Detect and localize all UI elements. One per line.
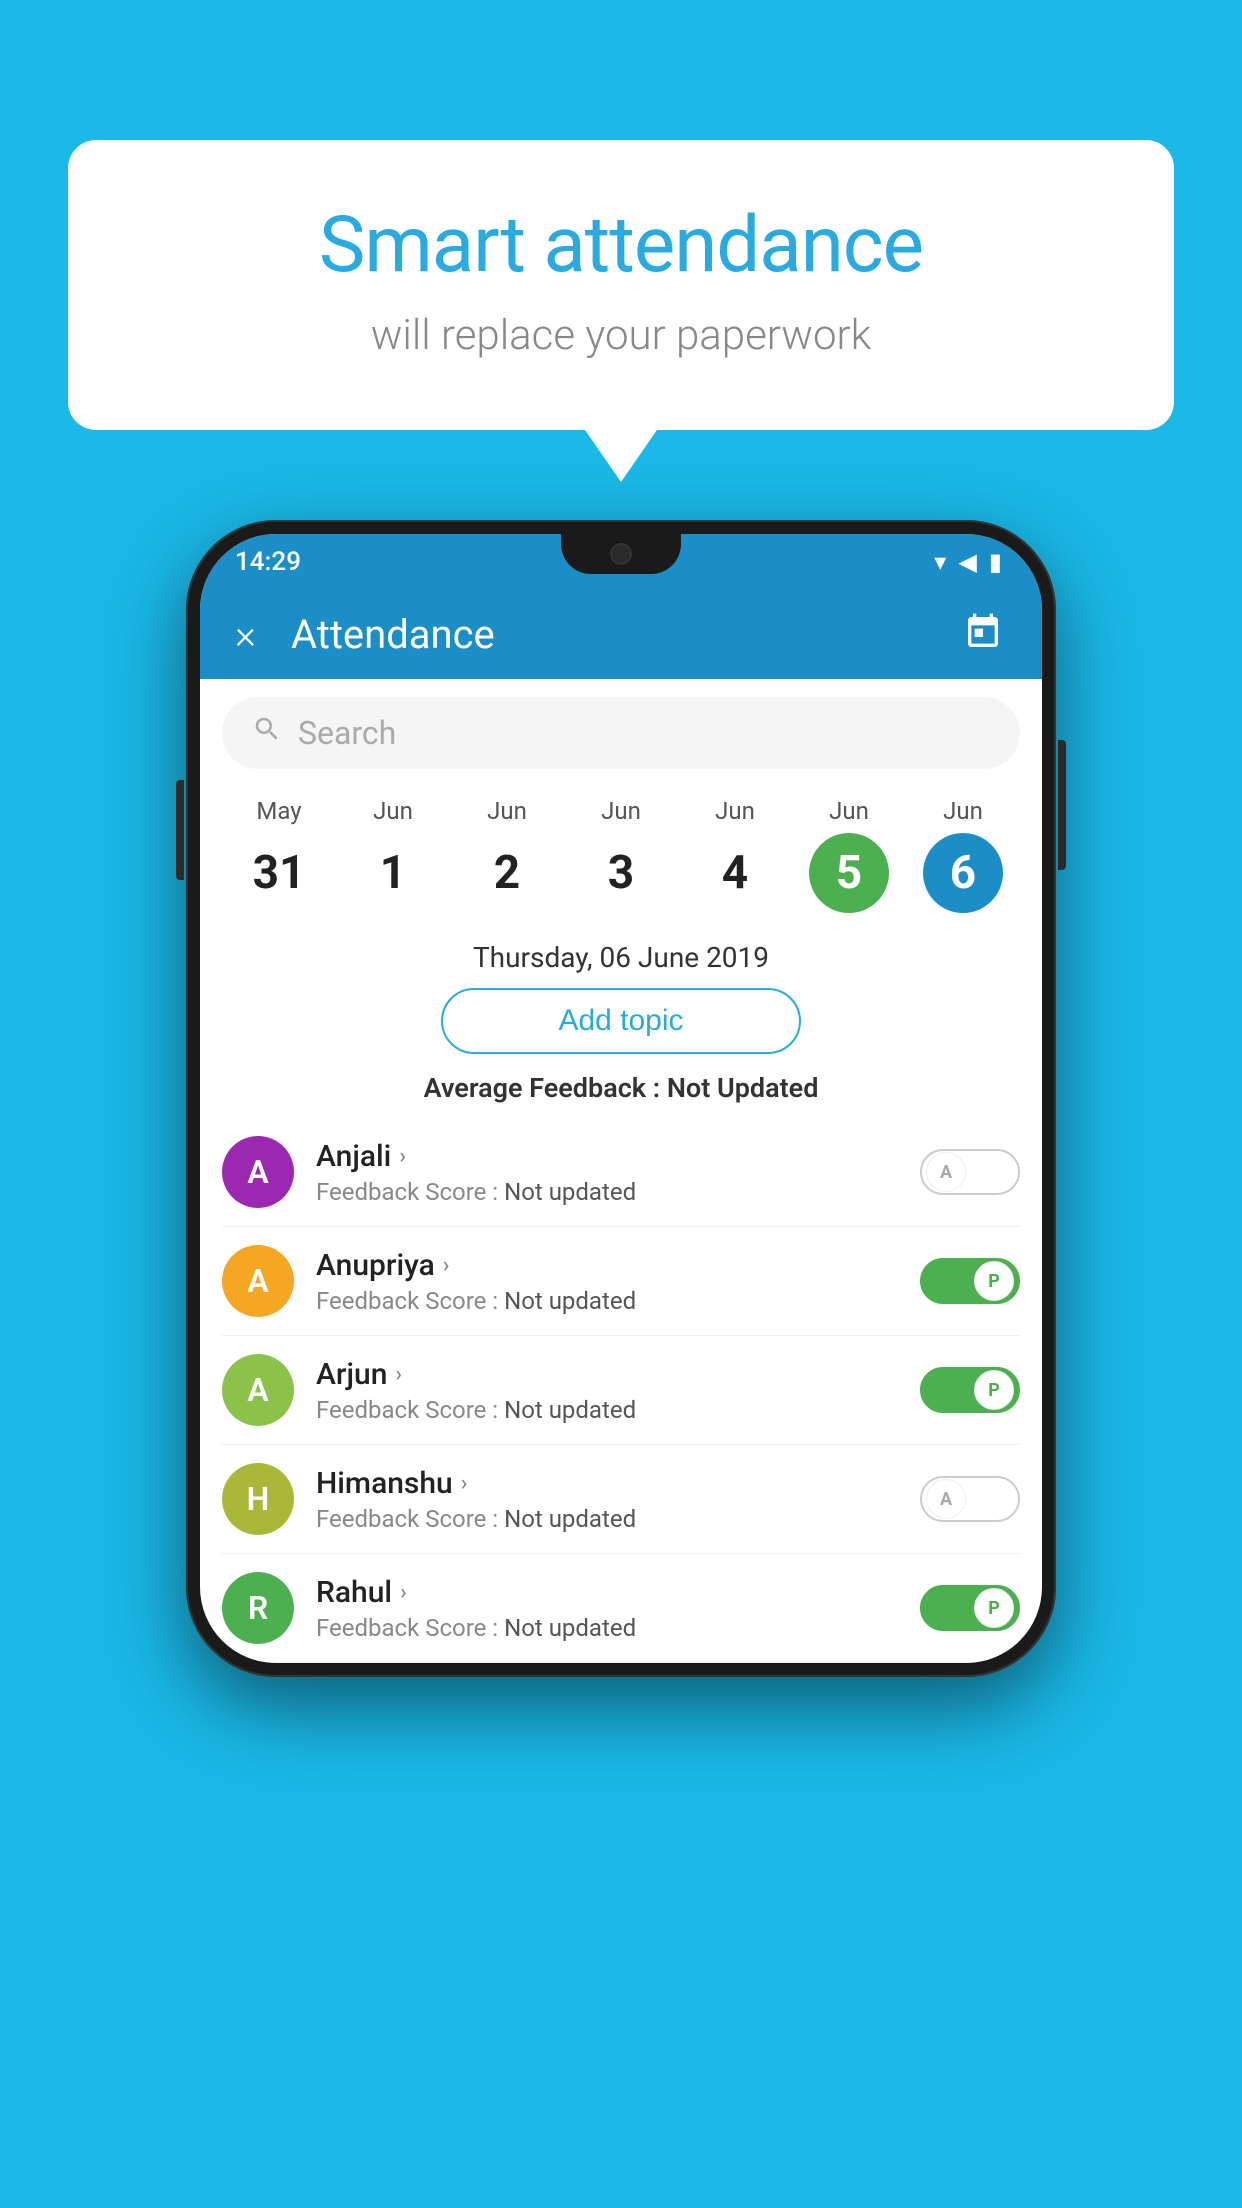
- calendar-strip: May 31 Jun 1 Jun 2 Jun 3 Jun 4 Jun 5 Jun 6: [200, 787, 1042, 931]
- cal-month: Jun: [906, 797, 1020, 825]
- toggle-container-1[interactable]: P: [920, 1258, 1020, 1304]
- student-feedback-3: Feedback Score : Not updated: [316, 1505, 898, 1533]
- search-bar[interactable]: Search: [222, 697, 1020, 769]
- calendar-day-4[interactable]: Jun 4: [678, 797, 792, 913]
- student-name-2: Arjun ›: [316, 1357, 898, 1392]
- student-avatar-2: A: [222, 1354, 294, 1426]
- calendar-day-0[interactable]: May 31: [222, 797, 336, 913]
- speech-bubble-container: Smart attendance will replace your paper…: [68, 140, 1174, 430]
- student-name-1: Anupriya ›: [316, 1248, 898, 1283]
- phone-btn-left: [176, 780, 184, 880]
- search-placeholder: Search: [298, 714, 396, 752]
- calendar-button[interactable]: [963, 612, 1007, 656]
- calendar-day-3[interactable]: Jun 3: [564, 797, 678, 913]
- cal-date: 31: [239, 833, 319, 913]
- cal-date: 1: [353, 833, 433, 913]
- attendance-toggle-4[interactable]: P: [920, 1585, 1020, 1631]
- speech-bubble: Smart attendance will replace your paper…: [68, 140, 1174, 430]
- status-time: 14:29: [235, 547, 301, 577]
- cal-month: Jun: [336, 797, 450, 825]
- selected-date-label: Thursday, 06 June 2019: [200, 941, 1042, 974]
- attendance-toggle-3[interactable]: A: [920, 1476, 1020, 1522]
- student-list: AAnjali ›Feedback Score : Not updatedAAA…: [200, 1118, 1042, 1663]
- phone-camera: [610, 543, 632, 565]
- student-item-0[interactable]: A Anjali › Feedback Score : Not updated A: [222, 1118, 1020, 1227]
- search-icon: [252, 714, 282, 752]
- attendance-toggle-2[interactable]: P: [920, 1367, 1020, 1413]
- phone-btn-right: [1058, 740, 1066, 870]
- calendar-day-6[interactable]: Jun 6: [906, 797, 1020, 913]
- cal-month: Jun: [792, 797, 906, 825]
- phone-screen: 14:29 ▾ ◀ ▮ × Attendance: [200, 534, 1042, 1663]
- toggle-knob-0: A: [926, 1152, 966, 1192]
- student-name-0: Anjali ›: [316, 1139, 898, 1174]
- toggle-container-4[interactable]: P: [920, 1585, 1020, 1631]
- chevron-icon: ›: [395, 1362, 402, 1387]
- student-info-3: Himanshu › Feedback Score : Not updated: [316, 1466, 898, 1533]
- bubble-subtitle: will replace your paperwork: [148, 311, 1094, 360]
- student-feedback-0: Feedback Score : Not updated: [316, 1178, 898, 1206]
- student-avatar-4: R: [222, 1572, 294, 1644]
- cal-month: Jun: [450, 797, 564, 825]
- cal-date: 6: [923, 833, 1003, 913]
- add-topic-button[interactable]: Add topic: [441, 988, 801, 1054]
- phone-container: 14:29 ▾ ◀ ▮ × Attendance: [186, 520, 1056, 1677]
- bubble-title: Smart attendance: [148, 200, 1094, 291]
- student-item-3[interactable]: H Himanshu › Feedback Score : Not updated A: [222, 1445, 1020, 1554]
- avg-feedback-label: Average Feedback :: [424, 1072, 667, 1104]
- cal-month: Jun: [678, 797, 792, 825]
- student-item-1[interactable]: A Anupriya › Feedback Score : Not updated P: [222, 1227, 1020, 1336]
- student-feedback-2: Feedback Score : Not updated: [316, 1396, 898, 1424]
- header-title: Attendance: [291, 611, 963, 658]
- signal-icon: ◀: [958, 548, 976, 576]
- toggle-knob-2: P: [974, 1370, 1014, 1410]
- student-avatar-0: A: [222, 1136, 294, 1208]
- attendance-toggle-0[interactable]: A: [920, 1149, 1020, 1195]
- student-item-4[interactable]: R Rahul › Feedback Score : Not updated P: [222, 1554, 1020, 1663]
- phone-notch: [561, 534, 681, 574]
- close-button[interactable]: ×: [235, 611, 256, 658]
- battery-icon: ▮: [989, 548, 1002, 576]
- student-name-4: Rahul ›: [316, 1575, 898, 1610]
- toggle-container-3[interactable]: A: [920, 1476, 1020, 1522]
- student-avatar-1: A: [222, 1245, 294, 1317]
- chevron-icon: ›: [443, 1253, 450, 1278]
- toggle-container-2[interactable]: P: [920, 1367, 1020, 1413]
- avg-feedback-value: Not Updated: [667, 1072, 819, 1104]
- student-item-2[interactable]: A Arjun › Feedback Score : Not updated P: [222, 1336, 1020, 1445]
- chevron-icon: ›: [461, 1471, 468, 1496]
- cal-date: 5: [809, 833, 889, 913]
- toggle-knob-3: A: [926, 1479, 966, 1519]
- phone-outer: 14:29 ▾ ◀ ▮ × Attendance: [186, 520, 1056, 1677]
- cal-month: Jun: [564, 797, 678, 825]
- app-header: × Attendance: [200, 589, 1042, 679]
- student-avatar-3: H: [222, 1463, 294, 1535]
- chevron-icon: ›: [399, 1144, 406, 1169]
- chevron-icon: ›: [400, 1580, 407, 1605]
- toggle-knob-4: P: [974, 1588, 1014, 1628]
- wifi-icon: ▾: [934, 548, 946, 576]
- calendar-day-1[interactable]: Jun 1: [336, 797, 450, 913]
- avg-feedback: Average Feedback : Not Updated: [200, 1072, 1042, 1104]
- calendar-day-2[interactable]: Jun 2: [450, 797, 564, 913]
- student-feedback-4: Feedback Score : Not updated: [316, 1614, 898, 1642]
- student-info-1: Anupriya › Feedback Score : Not updated: [316, 1248, 898, 1315]
- student-info-2: Arjun › Feedback Score : Not updated: [316, 1357, 898, 1424]
- student-info-0: Anjali › Feedback Score : Not updated: [316, 1139, 898, 1206]
- cal-date: 2: [467, 833, 547, 913]
- student-name-3: Himanshu ›: [316, 1466, 898, 1501]
- cal-date: 4: [695, 833, 775, 913]
- student-feedback-1: Feedback Score : Not updated: [316, 1287, 898, 1315]
- cal-date: 3: [581, 833, 661, 913]
- student-info-4: Rahul › Feedback Score : Not updated: [316, 1575, 898, 1642]
- cal-month: May: [222, 797, 336, 825]
- attendance-toggle-1[interactable]: P: [920, 1258, 1020, 1304]
- calendar-day-5[interactable]: Jun 5: [792, 797, 906, 913]
- toggle-container-0[interactable]: A: [920, 1149, 1020, 1195]
- toggle-knob-1: P: [974, 1261, 1014, 1301]
- status-icons: ▾ ◀ ▮: [934, 548, 1002, 576]
